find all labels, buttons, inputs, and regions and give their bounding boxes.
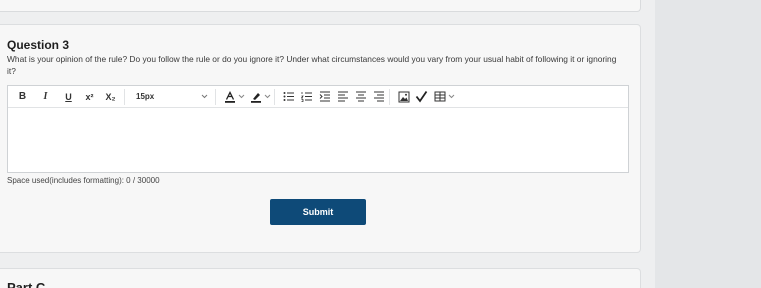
superscript-button[interactable]: x² (82, 88, 97, 106)
chevron-down-icon (238, 94, 245, 99)
section-title: Part C (7, 280, 46, 288)
subscript-button[interactable]: X₂ (103, 88, 118, 106)
table-icon (434, 91, 446, 102)
highlight-button[interactable] (248, 88, 263, 106)
question-card: Question 3 What is your opinion of the r… (0, 24, 641, 253)
chevron-down-icon (264, 94, 271, 99)
next-section-card: Part C (0, 268, 641, 288)
align-center-icon (355, 91, 367, 102)
highlight-dropdown[interactable] (263, 88, 271, 106)
align-left-button[interactable] (335, 88, 350, 106)
align-right-icon (373, 91, 385, 102)
rich-text-editor: B I U x² X₂ 15px (7, 85, 629, 173)
font-size-select[interactable]: 15px (132, 88, 212, 106)
align-left-icon (337, 91, 349, 102)
toolbar-divider (124, 88, 125, 105)
align-right-button[interactable] (371, 88, 386, 106)
superscript-icon: x² (85, 91, 94, 102)
numbered-list-button[interactable] (299, 88, 314, 106)
bullet-list-button[interactable] (281, 88, 296, 106)
editor-toolbar: B I U x² X₂ 15px (8, 86, 628, 108)
question-title: Question 3 (7, 38, 70, 52)
chevron-down-icon (201, 92, 208, 101)
submit-button[interactable]: Submit (270, 199, 366, 225)
align-center-button[interactable] (353, 88, 368, 106)
subscript-icon: X₂ (105, 91, 116, 102)
indent-button[interactable] (317, 88, 332, 106)
question-text: What is your opinion of the rule? Do you… (7, 54, 617, 76)
bold-icon: B (18, 91, 27, 102)
italic-button[interactable]: I (38, 88, 53, 106)
insert-image-button[interactable] (396, 88, 411, 106)
highlight-icon (250, 91, 262, 103)
previous-question-card (0, 0, 641, 12)
indent-icon (319, 91, 331, 102)
toolbar-divider (389, 88, 390, 105)
space-used-counter: Space used(includes formatting): 0 / 300… (7, 176, 160, 185)
spellcheck-icon (415, 90, 428, 103)
spellcheck-button[interactable] (414, 88, 429, 106)
table-dropdown[interactable] (447, 88, 455, 106)
font-color-icon (224, 90, 236, 103)
bold-button[interactable]: B (15, 88, 30, 106)
answer-text-area[interactable] (8, 108, 628, 173)
toolbar-divider (274, 88, 275, 105)
toolbar-divider (215, 88, 216, 105)
image-icon (398, 91, 410, 103)
numbered-list-icon (300, 91, 313, 102)
chevron-down-icon (448, 94, 455, 99)
underline-icon: U (65, 91, 72, 102)
insert-table-button[interactable] (432, 88, 447, 106)
italic-icon: I (43, 91, 48, 102)
right-side-panel (655, 0, 761, 288)
bullet-list-icon (283, 91, 295, 102)
underline-button[interactable]: U (61, 88, 76, 106)
font-color-button[interactable] (222, 88, 237, 106)
font-size-value: 15px (136, 92, 155, 101)
font-color-dropdown[interactable] (237, 88, 245, 106)
